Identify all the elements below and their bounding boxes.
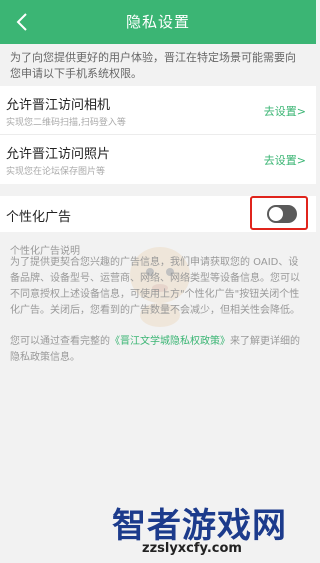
header-bar: 隐私设置 — [0, 0, 316, 44]
privacy-policy-link[interactable]: 《晋江文学城隐私权政策》 — [110, 336, 230, 347]
policy-prefix: 您可以通过查看完整的 — [10, 336, 110, 347]
personalized-ads-toggle[interactable] — [267, 205, 297, 223]
permission-title: 允许晋江访问照片 — [6, 147, 111, 162]
permission-title: 允许晋江访问相机 — [6, 98, 111, 113]
permissions-card: 允许晋江访问相机 实现您二维码扫描,扫码登入等 去设置> 允许晋江访问照片 实现… — [0, 86, 316, 184]
toggle-knob — [269, 207, 283, 221]
page-title: 隐私设置 — [125, 13, 190, 31]
intro-text: 为了向您提供更好的用户体验，晋江在特定场景可能需要向您申请以下手机系统权限。 — [10, 51, 296, 80]
permission-row-photos[interactable]: 允许晋江访问照片 实现您在论坛保存图片等 去设置> — [0, 135, 316, 184]
personalized-ads-row: 个性化广告 — [0, 196, 316, 232]
ads-description-text: 为了提供更契合您兴趣的广告信息，我们申请获取您的 OAID、设备品牌、设备型号、… — [10, 257, 300, 316]
permission-row-camera[interactable]: 允许晋江访问相机 实现您二维码扫描,扫码登入等 去设置> — [0, 86, 316, 135]
personalized-ads-title: 个性化广告 — [6, 210, 72, 225]
permission-subtitle: 实现您在论坛保存图片等 — [6, 167, 106, 177]
highlight-box — [250, 196, 308, 230]
watermark-brand: 智者游戏网 — [112, 506, 287, 546]
permission-subtitle: 实现您二维码扫描,扫码登入等 — [6, 118, 126, 128]
go-settings-link[interactable]: 去设置> — [264, 103, 306, 119]
go-settings-link[interactable]: 去设置> — [264, 152, 306, 168]
watermark: 智者游戏网 zzslyxcfy.com — [112, 494, 316, 563]
policy-note: 您可以通过查看完整的《晋江文学城隐私权政策》来了解更详细的隐私政策信息。 — [10, 334, 306, 366]
watermark-url: zzslyxcfy.com — [142, 541, 242, 556]
